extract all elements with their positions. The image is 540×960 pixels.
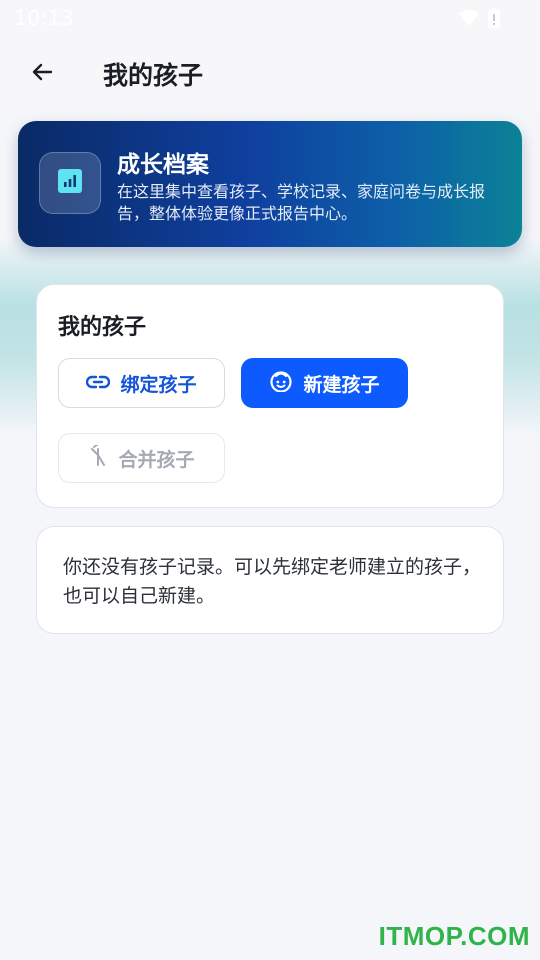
bar-chart-icon [57, 168, 83, 198]
bind-child-button[interactable]: 绑定孩子 [58, 358, 225, 408]
bind-child-label: 绑定孩子 [120, 373, 197, 396]
merge-child-label: 合并孩子 [118, 448, 195, 471]
banner-icon-box [39, 152, 101, 214]
arrow-left-icon [30, 60, 54, 88]
create-child-button[interactable]: 新建孩子 [241, 358, 408, 408]
merge-child-button[interactable]: 合并孩子 [58, 433, 225, 483]
app-bar: 我的孩子 [0, 36, 540, 110]
back-button[interactable] [22, 54, 62, 94]
wifi-icon [458, 9, 480, 31]
battery-icon [488, 8, 500, 32]
page-title: 我的孩子 [103, 61, 204, 90]
my-children-card: 我的孩子 绑定孩子 新建孩子 合并孩子 [36, 284, 504, 508]
watermark: ITMOP.COM [378, 921, 530, 951]
growth-record-banner[interactable]: 成长档案 在这里集中查看孩子、学校记录、家庭问卷与成长报告，整体体验更像正式报告… [18, 121, 522, 247]
status-bar: 10:13 [0, 0, 540, 36]
banner-description: 在这里集中查看孩子、学校记录、家庭问卷与成长报告，整体体验更像正式报告中心。 [117, 182, 486, 223]
banner-title: 成长档案 [117, 152, 209, 178]
status-icons [458, 8, 500, 32]
link-icon [86, 372, 111, 394]
empty-state-card: 你还没有孩子记录。可以先绑定老师建立的孩子，也可以自己新建。 [36, 526, 504, 634]
create-child-label: 新建孩子 [303, 373, 380, 396]
status-time: 10:13 [14, 6, 75, 30]
card-title: 我的孩子 [58, 315, 147, 340]
empty-state-text: 你还没有孩子记录。可以先绑定老师建立的孩子，也可以自己新建。 [63, 556, 482, 607]
child-face-icon [269, 370, 293, 397]
merge-icon [88, 442, 108, 472]
